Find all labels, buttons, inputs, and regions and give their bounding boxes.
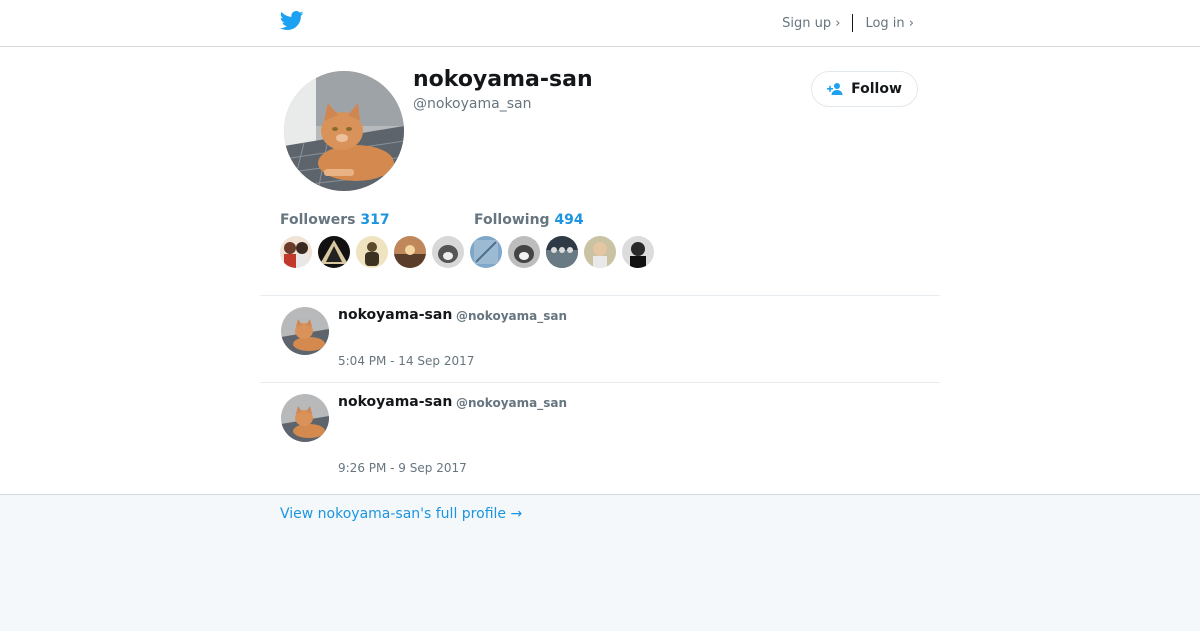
following-avatar[interactable] <box>508 236 540 268</box>
follow-label: Follow <box>851 81 902 97</box>
followers-stat[interactable]: Followers 317 <box>280 212 390 228</box>
following-avatar[interactable] <box>622 236 654 268</box>
section-divider <box>260 295 940 296</box>
following-stat[interactable]: Following 494 <box>474 212 584 228</box>
twitter-bird-icon[interactable] <box>280 11 304 31</box>
tweet-author-handle[interactable]: @nokoyama_san <box>456 309 567 323</box>
auth-links: Sign up › Log in › <box>782 14 914 32</box>
profile-handle: @nokoyama_san <box>413 96 532 112</box>
tweet-author-handle[interactable]: @nokoyama_san <box>456 396 567 410</box>
profile-name: nokoyama-san <box>413 67 593 92</box>
signup-link[interactable]: Sign up › <box>782 16 840 31</box>
follower-avatar[interactable] <box>394 236 426 268</box>
follower-avatar[interactable] <box>356 236 388 268</box>
follower-avatars <box>280 236 654 268</box>
following-avatar[interactable] <box>584 236 616 268</box>
login-link[interactable]: Log in › <box>865 16 914 31</box>
follow-button[interactable]: Follow <box>811 71 918 107</box>
follower-avatar[interactable] <box>280 236 312 268</box>
following-count: 494 <box>554 212 584 228</box>
profile-avatar[interactable] <box>284 71 404 191</box>
profile-card <box>0 47 1200 494</box>
tweet-avatar[interactable] <box>281 307 329 355</box>
tweet-timestamp[interactable]: 5:04 PM - 14 Sep 2017 <box>338 354 474 368</box>
following-avatar[interactable] <box>546 236 578 268</box>
followers-label: Followers <box>280 212 356 228</box>
tweet-author-name[interactable]: nokoyama-san <box>338 307 452 323</box>
tweet-timestamp[interactable]: 9:26 PM - 9 Sep 2017 <box>338 461 467 475</box>
tweet-divider <box>260 382 940 383</box>
cat-photo <box>284 71 404 191</box>
footer: View nokoyama-san's full profile → <box>0 494 1200 631</box>
tweet-author-name[interactable]: nokoyama-san <box>338 394 452 410</box>
following-label: Following <box>474 212 550 228</box>
auth-separator <box>852 14 854 32</box>
follower-avatar[interactable] <box>318 236 350 268</box>
followers-count: 317 <box>360 212 390 228</box>
follower-avatar[interactable] <box>432 236 464 268</box>
tweet-avatar[interactable] <box>281 394 329 442</box>
top-bar: Sign up › Log in › <box>0 0 1200 47</box>
following-avatar[interactable] <box>470 236 502 268</box>
add-user-icon <box>827 83 843 95</box>
view-full-profile-link[interactable]: View nokoyama-san's full profile → <box>280 506 522 522</box>
